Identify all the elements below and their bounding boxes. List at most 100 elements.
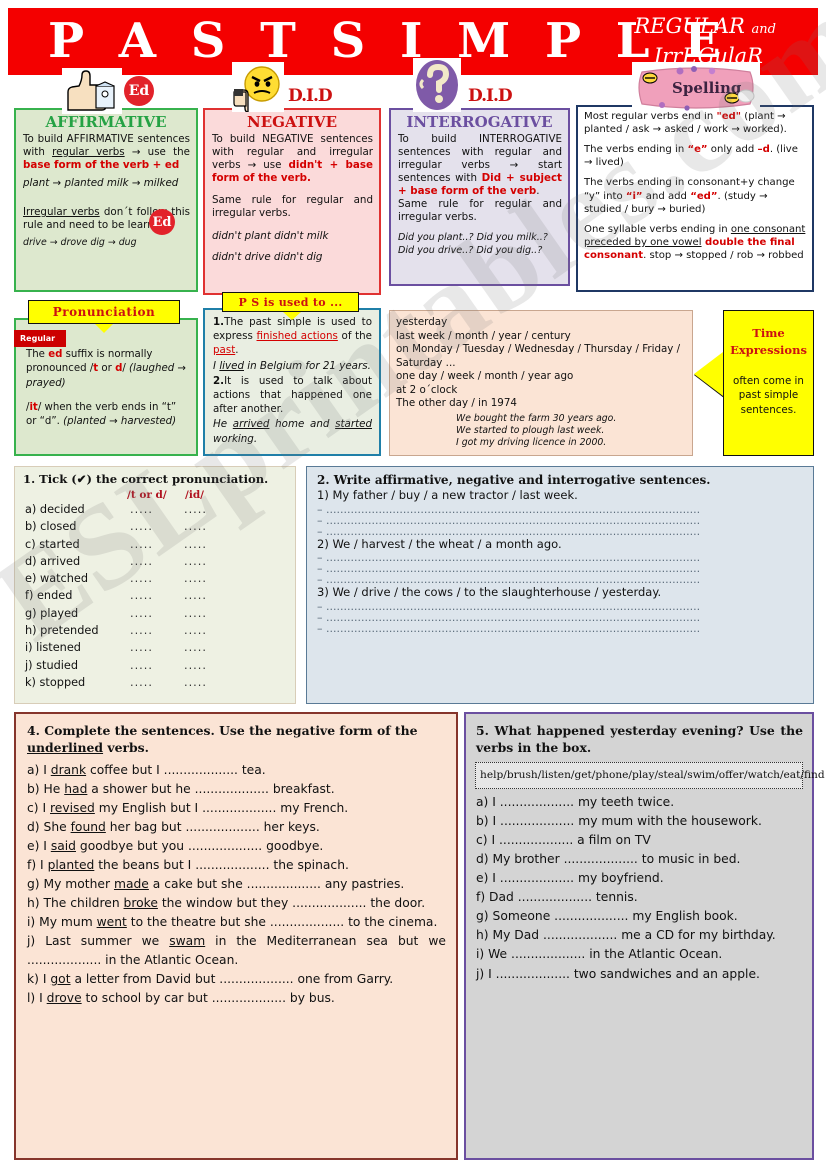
ps-num-1: 1. <box>213 316 225 328</box>
past-simple-use-body: 1.The past simple is used to express fin… <box>205 310 379 446</box>
exercise-1-blank-td[interactable]: ..... <box>130 553 184 570</box>
exercise-5-list: a) I ................... my teeth twice.… <box>466 792 812 983</box>
banner-regular-text: REGULAR <box>634 14 745 38</box>
exercise-1-blank-td[interactable]: ..... <box>130 674 184 691</box>
time-example: We started to plough last week. <box>456 425 605 437</box>
exercise-1-blank-id[interactable]: ..... <box>184 605 238 622</box>
exercise-1-blank-id[interactable]: ..... <box>184 553 238 570</box>
list-item[interactable]: h) The children broke the window but the… <box>27 894 446 913</box>
ex4-post: a cake but she ................... any p… <box>148 877 405 891</box>
exercise-2: 2. Write affirmative, negative and inter… <box>306 466 814 704</box>
list-item[interactable]: d) She found her bag but ...............… <box>27 818 446 837</box>
table-row: d) arrived.......... <box>25 553 295 570</box>
list-item[interactable]: d) My brother ................... to mus… <box>476 850 803 869</box>
list-item[interactable]: i) My mum went to the theatre but she ..… <box>27 913 446 932</box>
ed-badge-icon: Ed <box>124 76 154 106</box>
list-item[interactable]: b) I ................... my mum with the… <box>476 812 803 831</box>
list-item[interactable]: j) Last summer we swam in the Mediterran… <box>27 932 446 970</box>
exercise-1-item: g) played <box>25 606 79 620</box>
exercise-1-heading: 1. Tick (✔) the correct pronunciation. <box>23 472 269 486</box>
exercise-1-blank-id[interactable]: ..... <box>184 587 238 604</box>
list-item[interactable]: i) We ................... in the Atlanti… <box>476 945 803 964</box>
table-row: g) played.......... <box>25 605 295 622</box>
exercise-4: 4. Complete the sentences. Use the negat… <box>14 712 458 1160</box>
past-simple-use-callout-tail <box>283 312 301 320</box>
ex4-heading-text-2: verbs. <box>103 740 149 756</box>
ps-example-2: He arrived home and started working. <box>213 417 372 445</box>
negative-card: NEGATIVE To build NEGATIVE sentences wit… <box>203 108 381 295</box>
exercise-1-blank-td[interactable]: ..... <box>130 622 184 639</box>
exercise-2-answer-line[interactable]: – ......................................… <box>307 623 813 634</box>
exercise-2-answer-line[interactable]: – ......................................… <box>307 574 813 585</box>
ps-num-2: 2. <box>213 374 225 387</box>
list-item[interactable]: a) I ................... my teeth twice. <box>476 793 803 812</box>
list-item[interactable]: f) Dad ................... tennis. <box>476 888 803 907</box>
pronunciation-callout-tail <box>95 324 113 333</box>
exercise-2-answer-line[interactable]: – ......................................… <box>307 552 813 563</box>
exercise-1-blank-id[interactable]: ..... <box>184 639 238 656</box>
exercise-1: 1. Tick (✔) the correct pronunciation. /… <box>14 466 296 704</box>
exercise-1-blank-id[interactable]: ..... <box>184 536 238 553</box>
exercise-1-blank-id[interactable]: ..... <box>184 570 238 587</box>
exercise-2-answer-line[interactable]: – ......................................… <box>307 515 813 526</box>
regular-tag: Regular <box>14 330 66 347</box>
list-item[interactable]: a) I drank coffee but I ................… <box>27 761 446 780</box>
list-item[interactable]: e) I said goodbye but you ..............… <box>27 837 446 856</box>
exercise-2-answer-line[interactable]: – ......................................… <box>307 601 813 612</box>
exercise-1-blank-td[interactable]: ..... <box>130 657 184 674</box>
list-item[interactable]: g) My mother made a cake but she .......… <box>27 875 446 894</box>
exercise-2-answer-line[interactable]: – ......................................… <box>307 563 813 574</box>
list-item[interactable]: f) I planted the beans but I ...........… <box>27 856 446 875</box>
exercise-1-blank-td[interactable]: ..... <box>130 570 184 587</box>
exercise-1-blank-id[interactable]: ..... <box>184 657 238 674</box>
list-item[interactable]: c) I ................... a film on TV <box>476 831 803 850</box>
angry-face-icon <box>232 62 284 113</box>
exercise-1-item: k) stopped <box>25 675 86 689</box>
exercise-1-item: d) arrived <box>25 554 81 568</box>
ed-badge-inner-icon: Ed <box>149 209 175 235</box>
list-item[interactable]: k) I got a letter from David but .......… <box>27 970 446 989</box>
exercise-5-verb-box: help/brush/listen/get/phone/play/steal/s… <box>475 761 825 790</box>
ps-ex-underline-3: started <box>335 418 372 431</box>
list-item[interactable]: e) I ................... my boyfriend. <box>476 869 803 888</box>
list-item[interactable]: b) He had a shower but he ..............… <box>27 780 446 799</box>
list-item[interactable]: g) Someone ................... my Englis… <box>476 907 803 926</box>
exercise-2-answer-line[interactable]: – ......................................… <box>307 504 813 515</box>
affirmative-examples-1: plant → planted milk → milked <box>23 177 179 190</box>
exercise-1-blank-td[interactable]: ..... <box>130 501 184 518</box>
aff-text-2: → use the <box>124 146 190 159</box>
list-item[interactable]: j) I ................... two sandwiches … <box>476 965 803 984</box>
exercise-1-blank-td[interactable]: ..... <box>130 639 184 656</box>
exercise-1-blank-id[interactable]: ..... <box>184 518 238 535</box>
time-expressions-card: yesterday last week / month / year / cen… <box>389 310 693 456</box>
time-expressions-label-sub: often come in past simple sentences. <box>733 374 804 417</box>
question-mark-icon <box>413 58 461 112</box>
exercise-1-blank-td[interactable]: ..... <box>130 605 184 622</box>
exercise-2-answer-line[interactable]: – ......................................… <box>307 526 813 537</box>
time-line: yesterday <box>396 316 448 328</box>
aff-red-1: base form of the verb + ed <box>23 159 180 172</box>
exercise-1-blank-td[interactable]: ..... <box>130 587 184 604</box>
ex4-pre: d) She <box>27 819 71 834</box>
exercise-1-item: e) watched <box>25 572 89 586</box>
sp-text-1: Most regular verbs end in <box>584 111 717 122</box>
affirmative-title: AFFIRMATIVE <box>45 113 167 131</box>
exercise-1-blank-id[interactable]: ..... <box>184 674 238 691</box>
exercise-1-blank-td[interactable]: ..... <box>130 518 184 535</box>
table-row: h) pretended.......... <box>25 622 295 639</box>
interrogative-rule-1: To build INTERROGATIVE sentences with re… <box>398 133 562 198</box>
list-item[interactable]: h) My Dad ................... me a CD fo… <box>476 926 803 945</box>
ps-example-1: I lived in Belgium for 21 years. <box>213 359 372 373</box>
exercise-1-blank-id[interactable]: ..... <box>184 501 238 518</box>
list-item[interactable]: c) I revised my English but I ..........… <box>27 799 446 818</box>
time-line: The other day / in 1974 <box>396 397 517 410</box>
pron-italic-2: (planted → harvested) <box>63 416 177 428</box>
exercise-1-blank-id[interactable]: ..... <box>184 622 238 639</box>
sp-text-4: only add <box>707 144 758 156</box>
sp-red-2: “e” <box>687 144 708 156</box>
ex4-post: a shower but he ................... brea… <box>87 781 335 796</box>
exercise-2-answer-line[interactable]: – ......................................… <box>307 612 813 623</box>
exercise-1-blank-td[interactable]: ..... <box>130 536 184 553</box>
spelling-sign-icon: Spelling <box>632 62 760 112</box>
list-item[interactable]: l) I drove to school by car but ........… <box>27 989 446 1008</box>
